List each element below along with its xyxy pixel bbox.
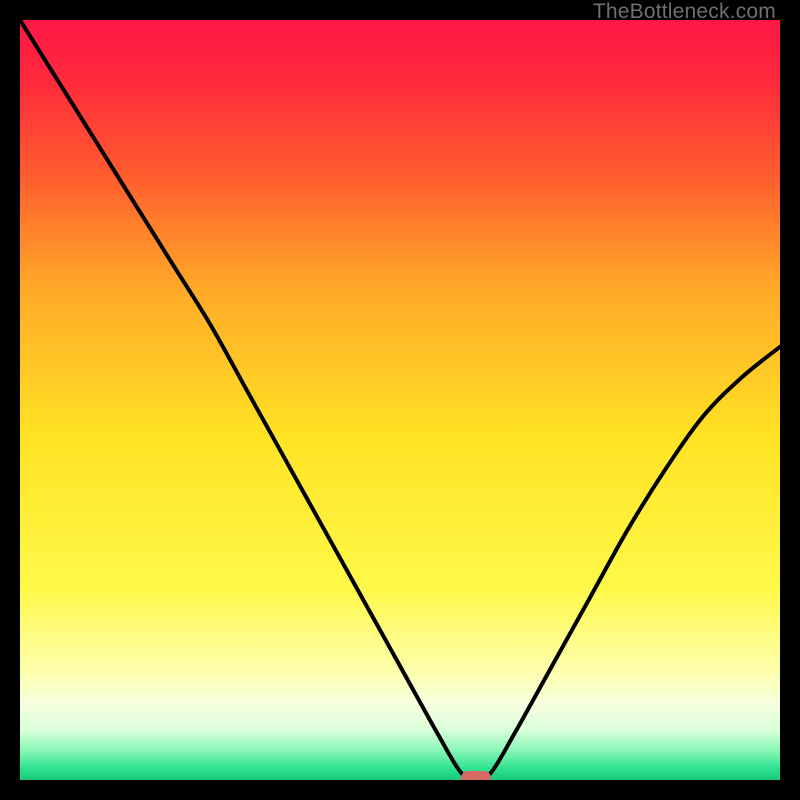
optimal-point-marker <box>461 771 491 780</box>
bottleneck-chart <box>20 20 780 780</box>
watermark-text: TheBottleneck.com <box>593 0 776 24</box>
chart-plot-area <box>20 20 780 780</box>
